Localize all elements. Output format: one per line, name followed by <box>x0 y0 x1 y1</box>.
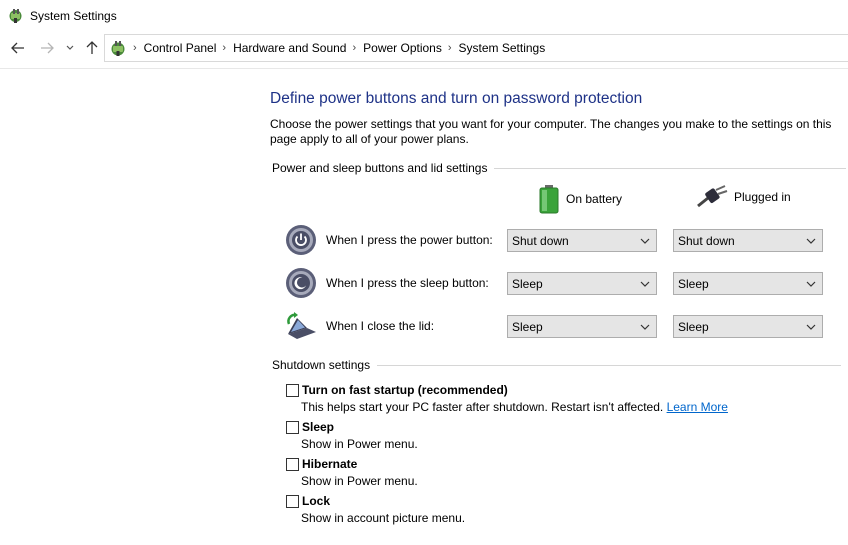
chevron-down-icon <box>806 238 816 244</box>
page-title: Define power buttons and turn on passwor… <box>270 90 643 107</box>
title-bar: System Settings <box>0 0 848 32</box>
lock-checkbox[interactable] <box>286 495 299 508</box>
back-arrow-icon <box>11 42 24 54</box>
chevron-down-icon <box>640 281 650 287</box>
breadcrumb-item-power-options[interactable]: Power Options <box>363 41 442 55</box>
breadcrumb: › Control Panel › Hardware and Sound › P… <box>127 35 545 61</box>
breadcrumb-separator-icon[interactable]: › <box>346 42 363 54</box>
up-arrow-icon <box>86 41 98 54</box>
power-options-icon <box>9 9 22 23</box>
sleep-checkbox[interactable] <box>286 421 299 434</box>
select-value: Shut down <box>512 233 569 248</box>
select-value: Sleep <box>512 319 543 334</box>
power-plug-icon <box>697 185 728 208</box>
select-value: Sleep <box>678 319 709 334</box>
description-text: This helps start your PC faster after sh… <box>301 400 664 414</box>
lock-option-label[interactable]: Lock <box>302 494 330 508</box>
chevron-down-icon <box>806 324 816 330</box>
lock-option-description: Show in account picture menu. <box>301 511 466 525</box>
select-value: Sleep <box>678 276 709 291</box>
power-button-icon <box>286 225 316 255</box>
sleep-button-label: When I press the sleep button: <box>326 276 489 290</box>
breadcrumb-separator-icon[interactable]: › <box>442 42 459 54</box>
power-buttons-group-heading: Power and sleep buttons and lid settings <box>272 161 847 175</box>
hibernate-option-label[interactable]: Hibernate <box>302 457 357 471</box>
on-battery-label: On battery <box>566 192 623 206</box>
select-value: Shut down <box>678 233 735 248</box>
power-button-plugged-select[interactable]: Shut down <box>673 229 823 252</box>
power-button-battery-select[interactable]: Shut down <box>507 229 657 252</box>
laptop-lid-icon <box>287 312 316 339</box>
close-lid-label: When I close the lid: <box>326 319 435 333</box>
fast-startup-checkbox[interactable] <box>286 384 299 397</box>
close-lid-plugged-select[interactable]: Sleep <box>673 315 823 338</box>
learn-more-link[interactable]: Learn More <box>667 400 728 414</box>
breadcrumb-separator-icon[interactable]: › <box>127 42 144 54</box>
group-heading-label: Power and sleep buttons and lid settings <box>272 161 488 175</box>
fast-startup-label[interactable]: Turn on fast startup (recommended) <box>302 383 508 397</box>
chevron-down-icon <box>640 324 650 330</box>
sleep-option-label[interactable]: Sleep <box>302 420 334 434</box>
breadcrumb-item-system-settings[interactable]: System Settings <box>459 41 546 55</box>
plugged-in-label: Plugged in <box>734 190 791 204</box>
chevron-down-icon <box>640 238 650 244</box>
power-button-label: When I press the power button: <box>326 233 493 247</box>
group-divider <box>377 364 842 366</box>
address-bar[interactable]: › Control Panel › Hardware and Sound › P… <box>104 34 848 62</box>
divider <box>0 68 848 69</box>
page-description: Choose the power settings that you want … <box>270 117 832 146</box>
shutdown-group-heading: Shutdown settings <box>272 358 842 372</box>
sleep-button-plugged-select[interactable]: Sleep <box>673 272 823 295</box>
sleep-button-icon <box>286 268 316 298</box>
control-panel-icon <box>111 41 125 56</box>
chevron-down-icon <box>806 281 816 287</box>
battery-icon <box>539 185 559 214</box>
recent-locations-button[interactable] <box>61 38 79 58</box>
window-title: System Settings <box>30 9 117 23</box>
forward-arrow-icon <box>41 42 54 54</box>
group-divider <box>494 167 847 169</box>
up-button[interactable] <box>82 38 102 58</box>
fast-startup-description: This helps start your PC faster after sh… <box>301 400 728 414</box>
breadcrumb-separator-icon[interactable]: › <box>216 42 233 54</box>
navigation-bar: › Control Panel › Hardware and Sound › P… <box>0 34 848 62</box>
chevron-down-icon <box>66 45 74 50</box>
forward-button[interactable] <box>37 38 57 58</box>
back-button[interactable] <box>8 38 28 58</box>
plugged-in-column-header: Plugged in <box>696 184 791 210</box>
sleep-option-description: Show in Power menu. <box>301 437 418 451</box>
close-lid-battery-select[interactable]: Sleep <box>507 315 657 338</box>
breadcrumb-item-hardware-and-sound[interactable]: Hardware and Sound <box>233 41 346 55</box>
select-value: Sleep <box>512 276 543 291</box>
hibernate-checkbox[interactable] <box>286 458 299 471</box>
breadcrumb-item-control-panel[interactable]: Control Panel <box>144 41 217 55</box>
hibernate-option-description: Show in Power menu. <box>301 474 418 488</box>
group-heading-label: Shutdown settings <box>272 358 371 372</box>
on-battery-column-header: On battery <box>538 184 622 214</box>
sleep-button-battery-select[interactable]: Sleep <box>507 272 657 295</box>
